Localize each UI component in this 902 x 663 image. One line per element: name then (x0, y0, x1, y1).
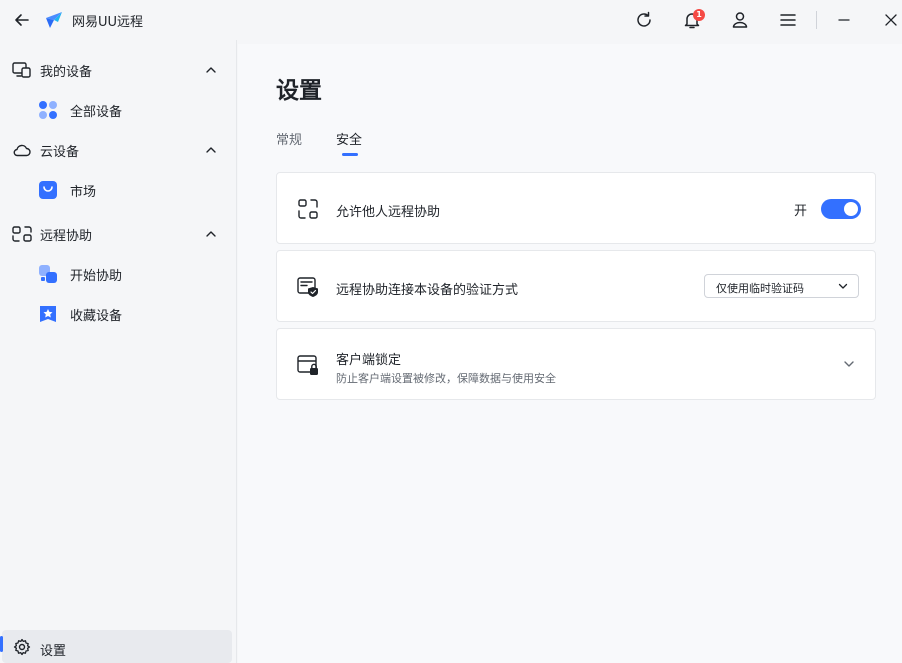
card-description: 防止客户端设置被修改，保障数据与使用安全 (336, 372, 556, 385)
app-logo-icon (46, 12, 62, 28)
user-icon[interactable] (729, 9, 751, 31)
verification-shield-icon (297, 277, 318, 297)
notification-badge: 1 (693, 9, 705, 21)
sidebar-item-label: 全部设备 (70, 105, 123, 120)
refresh-icon[interactable] (633, 9, 655, 31)
toggle-knob (844, 202, 858, 216)
all-devices-icon (39, 101, 57, 119)
sidebar-item-label: 开始协助 (70, 269, 123, 284)
chevron-up-icon (206, 147, 216, 153)
chevron-down-icon (838, 283, 848, 289)
active-indicator (0, 636, 3, 652)
tab-security[interactable]: 安全 (336, 129, 362, 148)
devices-icon (12, 62, 31, 78)
sidebar: 我的设备 全部设备 云设备 市场 远程协助 开始协助 收藏设备 设置 (0, 40, 237, 663)
card-title: 远程协助连接本设备的验证方式 (336, 283, 519, 298)
gear-icon (13, 638, 31, 656)
favorite-star-icon (40, 306, 56, 322)
sidebar-item-start-assist[interactable]: 开始协助 (0, 256, 237, 292)
main-content: 设置 常规 安全 允许他人远程协助 开 远程协助连接本设备的验证方式 仅使用临时… (238, 44, 902, 663)
titlebar-separator (816, 11, 817, 29)
card-title: 允许他人远程协助 (336, 205, 441, 220)
sidebar-item-label: 设置 (40, 644, 67, 659)
sidebar-group-label: 远程协助 (40, 229, 93, 244)
remote-assist-icon (298, 199, 318, 219)
sidebar-group-remote-assist[interactable]: 远程协助 (0, 216, 237, 252)
close-icon[interactable] (880, 9, 902, 31)
sidebar-group-my-devices[interactable]: 我的设备 (0, 52, 237, 88)
sidebar-item-market[interactable]: 市场 (0, 172, 237, 208)
sidebar-item-all-devices[interactable]: 全部设备 (0, 92, 237, 128)
page-title: 设置 (276, 78, 322, 104)
chevron-up-icon (206, 67, 216, 73)
toggle-state-label: 开 (794, 204, 808, 219)
sidebar-item-label: 收藏设备 (70, 309, 123, 324)
app-title: 网易UU远程 (72, 15, 144, 30)
allow-remote-assist-toggle[interactable] (821, 199, 861, 219)
select-value: 仅使用临时验证码 (716, 282, 804, 295)
active-tab-underline (342, 153, 358, 156)
tab-general[interactable]: 常规 (276, 129, 302, 148)
title-bar: 网易UU远程 1 (0, 0, 902, 40)
card-title: 客户端锁定 (336, 353, 402, 368)
remote-assist-icon (12, 226, 32, 242)
card-verification-method: 远程协助连接本设备的验证方式 仅使用临时验证码 (276, 250, 876, 322)
sidebar-group-label: 云设备 (40, 145, 80, 160)
chevron-up-icon (206, 231, 216, 237)
verification-method-select[interactable]: 仅使用临时验证码 (704, 274, 859, 298)
back-arrow-icon[interactable] (12, 10, 32, 30)
card-client-lock[interactable]: 客户端锁定 防止客户端设置被修改，保障数据与使用安全 (276, 328, 876, 400)
sidebar-group-label: 我的设备 (40, 65, 93, 80)
sidebar-item-settings[interactable]: 设置 (0, 630, 232, 663)
minimize-icon[interactable] (833, 9, 855, 31)
sidebar-group-cloud-devices[interactable]: 云设备 (0, 132, 237, 168)
cloud-icon (13, 144, 31, 157)
sidebar-item-label: 市场 (70, 185, 97, 200)
card-allow-remote-assist: 允许他人远程协助 开 (276, 172, 876, 244)
start-assist-icon (39, 265, 57, 283)
chevron-down-icon[interactable] (842, 357, 856, 371)
menu-icon[interactable] (777, 9, 799, 31)
lock-window-icon (297, 355, 318, 375)
sidebar-item-favorite-devices[interactable]: 收藏设备 (0, 296, 237, 332)
shopping-bag-icon (39, 181, 57, 199)
